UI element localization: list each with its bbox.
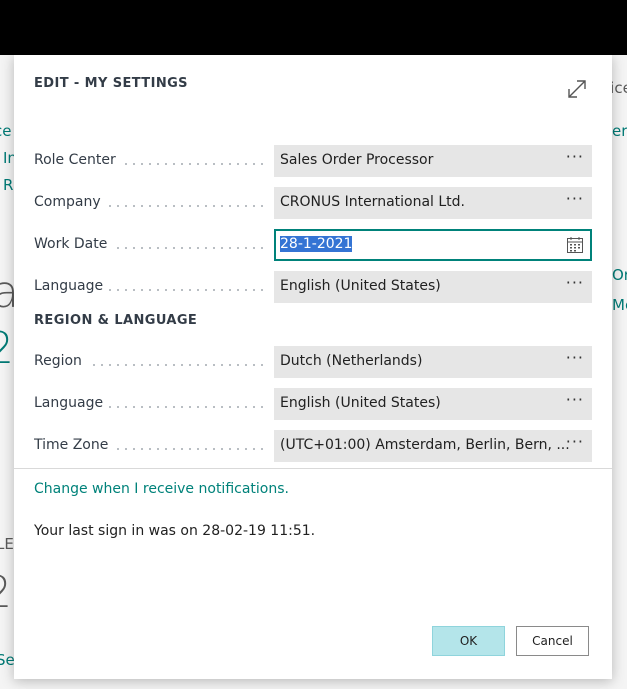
time-zone-label-text: Time Zone bbox=[34, 437, 115, 453]
region-value: Dutch (Netherlands) bbox=[280, 353, 423, 369]
role-center-field[interactable]: Sales Order Processor ··· bbox=[274, 145, 592, 177]
region-label-text: Region bbox=[34, 353, 88, 369]
company-label-text: Company bbox=[34, 194, 107, 210]
my-settings-dialog: EDIT - MY SETTINGS Role Center Sales Ord… bbox=[14, 55, 612, 679]
region-language-header: REGION & LANGUAGE bbox=[34, 313, 198, 328]
divider bbox=[14, 468, 612, 469]
role-center-row: Role Center Sales Order Processor ··· bbox=[34, 145, 592, 177]
time-zone-value: (UTC+01:00) Amsterdam, Berlin, Bern, ... bbox=[280, 437, 570, 453]
lookup-ellipsis-icon[interactable]: ··· bbox=[566, 147, 584, 166]
bg-text-fragment: 2 bbox=[0, 323, 14, 374]
work-date-label-text: Work Date bbox=[34, 236, 114, 252]
bg-text-fragment: Ord bbox=[612, 266, 627, 284]
language-value: English (United States) bbox=[280, 278, 441, 294]
region-field[interactable]: Dutch (Netherlands) ··· bbox=[274, 346, 592, 378]
time-zone-field[interactable]: (UTC+01:00) Amsterdam, Berlin, Bern, ...… bbox=[274, 430, 592, 462]
bg-text-fragment: ce bbox=[0, 122, 12, 140]
lookup-ellipsis-icon[interactable]: ··· bbox=[566, 432, 584, 451]
lookup-ellipsis-icon[interactable]: ··· bbox=[566, 189, 584, 208]
dialog-title: EDIT - MY SETTINGS bbox=[34, 76, 188, 91]
ok-button[interactable]: OK bbox=[432, 626, 505, 656]
cancel-button[interactable]: Cancel bbox=[516, 626, 589, 656]
region-row: Region Dutch (Netherlands) ··· bbox=[34, 346, 592, 378]
regional-language-label: Language bbox=[34, 395, 266, 413]
lookup-ellipsis-icon[interactable]: ··· bbox=[566, 390, 584, 409]
lookup-ellipsis-icon[interactable]: ··· bbox=[566, 273, 584, 292]
bg-text-fragment: Se bbox=[0, 651, 15, 669]
work-date-value: 28-1-2021 bbox=[280, 236, 353, 252]
company-field[interactable]: CRONUS International Ltd. ··· bbox=[274, 187, 592, 219]
regional-language-row: Language English (United States) ··· bbox=[34, 388, 592, 420]
work-date-row: Work Date 28-1-2021 bbox=[34, 229, 592, 261]
top-bar bbox=[0, 0, 627, 55]
language-label-text: Language bbox=[34, 278, 110, 294]
language-field[interactable]: English (United States) ··· bbox=[274, 271, 592, 303]
work-date-input[interactable]: 28-1-2021 bbox=[274, 229, 592, 261]
regional-language-label-text: Language bbox=[34, 395, 110, 411]
last-sign-in-text: Your last sign in was on 28-02-19 11:51. bbox=[34, 523, 316, 539]
regional-language-value: English (United States) bbox=[280, 395, 441, 411]
bg-text-fragment: Me bbox=[612, 296, 627, 314]
role-center-label: Role Center bbox=[34, 152, 266, 170]
calendar-icon[interactable] bbox=[566, 236, 584, 254]
time-zone-label: Time Zone bbox=[34, 437, 266, 455]
notifications-link[interactable]: Change when I receive notifications. bbox=[34, 481, 289, 497]
lookup-ellipsis-icon[interactable]: ··· bbox=[566, 348, 584, 367]
company-row: Company CRONUS International Ltd. ··· bbox=[34, 187, 592, 219]
company-label: Company bbox=[34, 194, 266, 212]
bg-text-fragment: er bbox=[612, 122, 627, 140]
language-row: Language English (United States) ··· bbox=[34, 271, 592, 303]
bg-text-fragment: LE bbox=[0, 535, 14, 553]
role-center-value: Sales Order Processor bbox=[280, 152, 434, 168]
company-value: CRONUS International Ltd. bbox=[280, 194, 466, 210]
time-zone-row: Time Zone (UTC+01:00) Amsterdam, Berlin,… bbox=[34, 430, 592, 462]
expand-icon[interactable] bbox=[565, 77, 589, 101]
bg-text-fragment: R bbox=[3, 176, 14, 194]
language-label: Language bbox=[34, 278, 266, 296]
role-center-label-text: Role Center bbox=[34, 152, 122, 168]
work-date-label: Work Date bbox=[34, 236, 266, 254]
region-label: Region bbox=[34, 353, 266, 371]
regional-language-field[interactable]: English (United States) ··· bbox=[274, 388, 592, 420]
